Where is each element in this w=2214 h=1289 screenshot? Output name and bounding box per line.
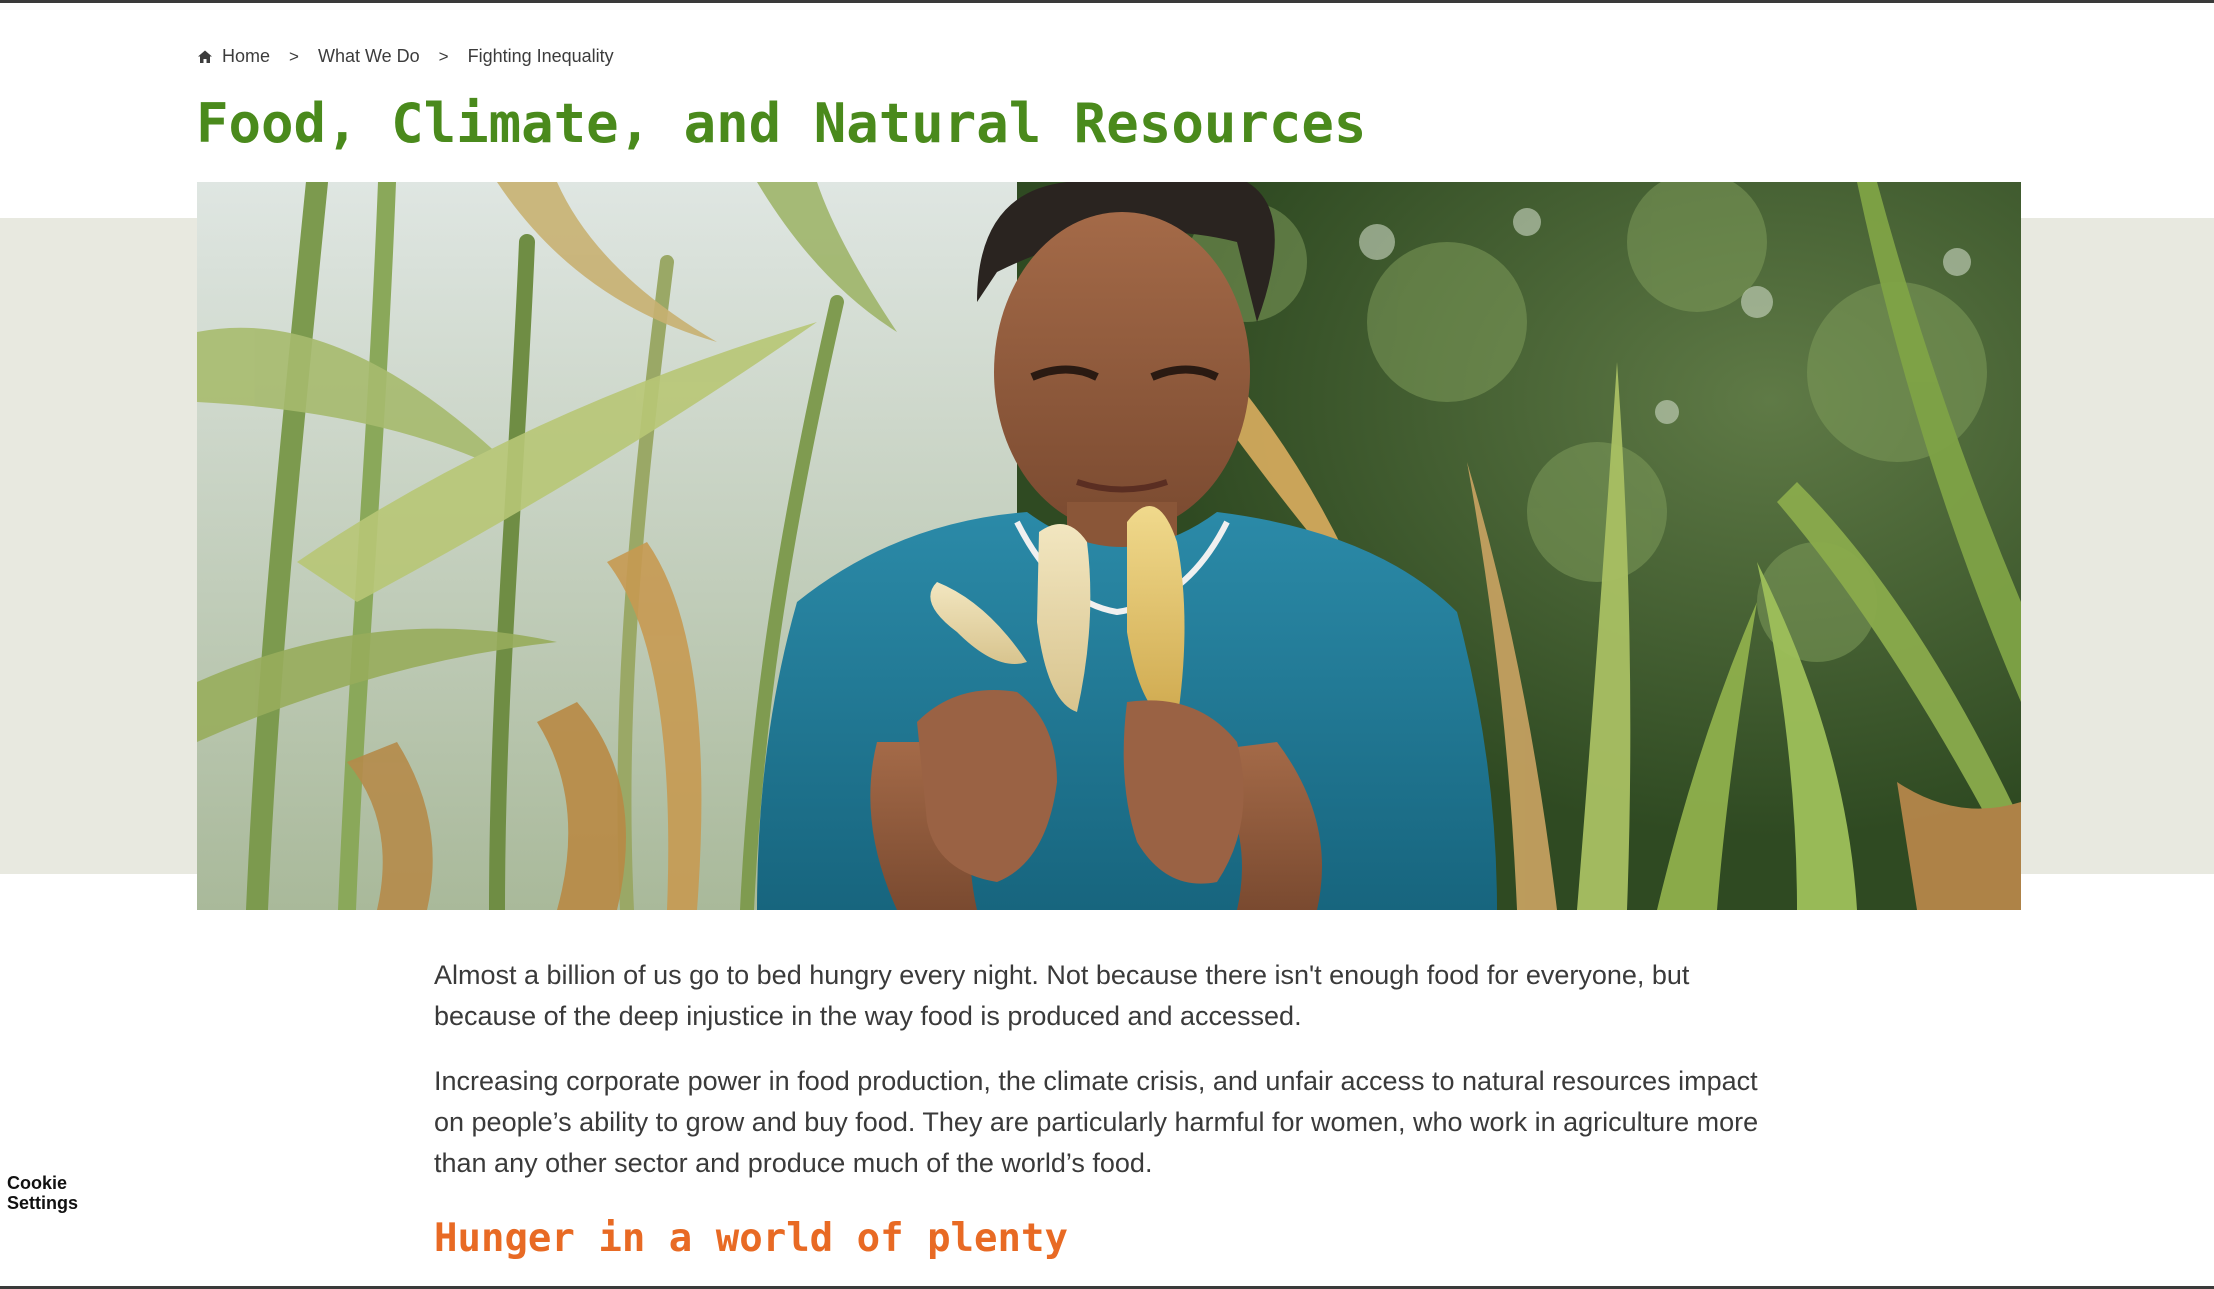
breadcrumb-home[interactable]: Home [222, 46, 270, 67]
section-heading: Hunger in a world of plenty [434, 1216, 1068, 1261]
cookie-settings-button[interactable]: Cookie Settings [7, 1173, 97, 1213]
breadcrumb: Home > What We Do > Fighting Inequality [197, 46, 614, 67]
top-border [0, 0, 2214, 3]
article-content: Almost a billion of us go to bed hungry … [434, 955, 1794, 1208]
breadcrumb-what-we-do[interactable]: What We Do [318, 46, 420, 67]
breadcrumb-separator: > [438, 46, 449, 66]
home-icon[interactable] [197, 49, 213, 65]
breadcrumb-fighting-inequality[interactable]: Fighting Inequality [468, 46, 614, 67]
page-title: Food, Climate, and Natural Resources [196, 92, 1367, 155]
hero-image [197, 182, 2021, 910]
intro-paragraph: Almost a billion of us go to bed hungry … [434, 960, 1690, 1031]
body-paragraph: Increasing corporate power in food produ… [434, 1066, 1759, 1178]
breadcrumb-separator: > [289, 46, 299, 66]
